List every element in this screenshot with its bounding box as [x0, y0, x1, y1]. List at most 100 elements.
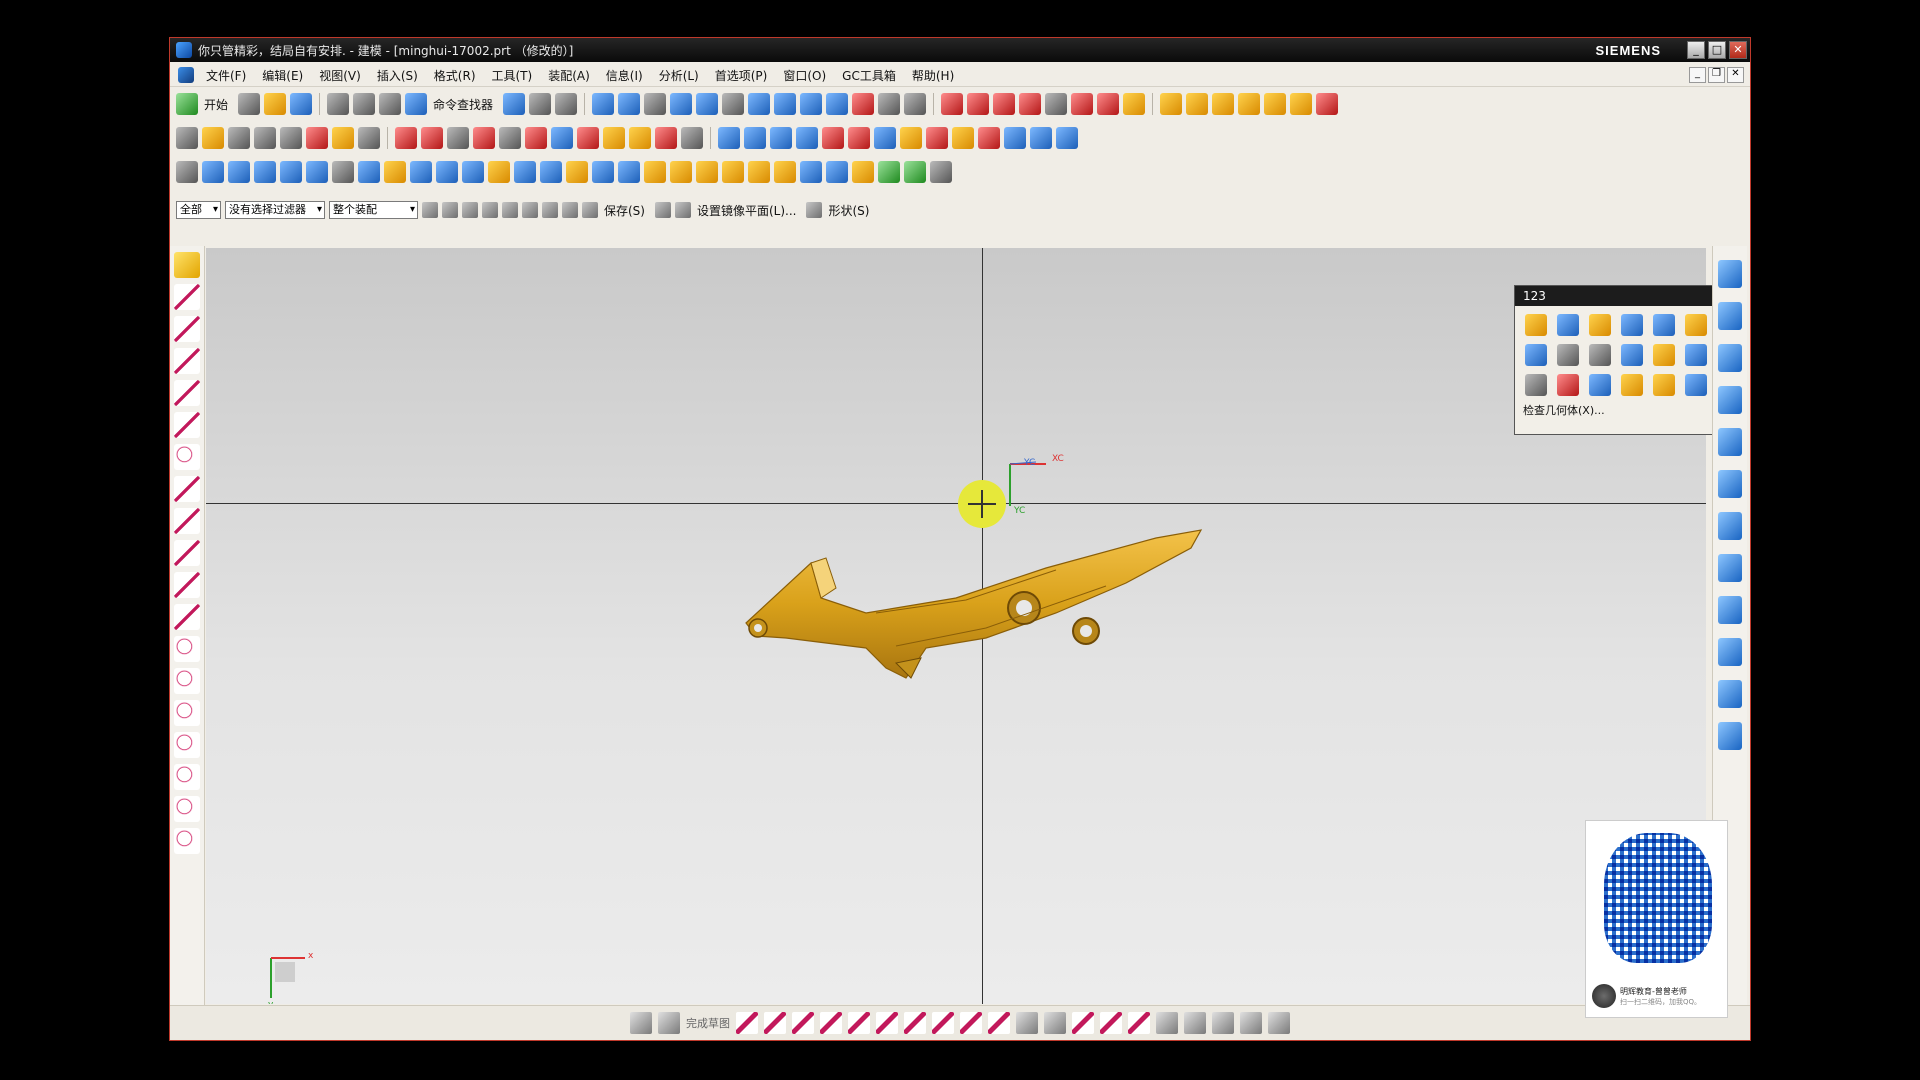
shaded-view-icon[interactable]: [878, 93, 901, 115]
line-tool-icon[interactable]: [174, 284, 200, 310]
palette-icon-5[interactable]: [1653, 314, 1675, 336]
coincident-tool-icon[interactable]: [174, 444, 200, 470]
parallel-tool-icon[interactable]: [174, 348, 200, 374]
command-finder-button[interactable]: 命令查找器: [433, 96, 493, 113]
point-icon[interactable]: [988, 1012, 1010, 1034]
surface-icon-1[interactable]: [718, 127, 740, 149]
rectangle-icon[interactable]: [792, 1012, 814, 1034]
text-icon[interactable]: [499, 127, 521, 149]
palette-icon-3[interactable]: [1589, 314, 1611, 336]
palette-icon-15[interactable]: [1525, 374, 1547, 396]
line-icon[interactable]: [764, 1012, 786, 1034]
select-icon[interactable]: [555, 93, 578, 115]
extend-icon[interactable]: [993, 93, 1016, 115]
menu-insert[interactable]: 插入(S): [369, 67, 426, 84]
pad-icon[interactable]: [566, 161, 588, 183]
view-icon[interactable]: [654, 202, 671, 218]
render-style-icon[interactable]: [722, 93, 745, 115]
alternate-solution-icon[interactable]: [1268, 1012, 1290, 1034]
surface-icon-12[interactable]: [1004, 127, 1026, 149]
type-filter-dropdown[interactable]: 全部: [176, 201, 221, 219]
mirror-icon[interactable]: [674, 202, 691, 218]
corner-tool-icon[interactable]: [174, 572, 200, 598]
intersection-point-icon[interactable]: [562, 202, 578, 218]
finish-sketch-icon[interactable]: [658, 1012, 680, 1034]
start-icon[interactable]: [176, 93, 198, 115]
background-icon[interactable]: [904, 93, 927, 115]
feature-icon-4[interactable]: [1238, 93, 1261, 115]
select-all-icon[interactable]: [442, 202, 458, 218]
sketch-icon[interactable]: [630, 1012, 652, 1034]
line-icon[interactable]: [395, 127, 417, 149]
view-right-icon[interactable]: [826, 93, 849, 115]
zoom-window-icon[interactable]: [644, 93, 667, 115]
system-scenes-icon[interactable]: [1718, 680, 1742, 708]
csys-icon[interactable]: [306, 127, 328, 149]
surface-icon-7[interactable]: [874, 127, 896, 149]
assembly-scope-dropdown[interactable]: 整个装配: [329, 201, 418, 219]
palette-icon-6[interactable]: [1685, 314, 1707, 336]
sketch-curve-icon[interactable]: [941, 93, 964, 115]
groove-icon[interactable]: [618, 161, 640, 183]
layout-icon[interactable]: [529, 93, 552, 115]
arc-icon[interactable]: [820, 1012, 842, 1034]
arc-tool-icon[interactable]: [174, 508, 200, 534]
edge-blend-icon[interactable]: [670, 161, 692, 183]
palette-icon-4[interactable]: [1621, 314, 1643, 336]
center-point-icon[interactable]: [522, 202, 538, 218]
pocket-icon[interactable]: [540, 161, 562, 183]
menu-assembly[interactable]: 装配(A): [540, 67, 598, 84]
emboss-icon[interactable]: [332, 161, 354, 183]
maximize-button[interactable]: □: [1708, 41, 1726, 59]
zoom-icon[interactable]: [618, 93, 641, 115]
menu-window[interactable]: 窗口(O): [775, 67, 834, 84]
rotate-icon[interactable]: [670, 93, 693, 115]
intersect-icon[interactable]: [852, 161, 874, 183]
rectangle-icon[interactable]: [447, 127, 469, 149]
section-curve-icon[interactable]: [629, 127, 651, 149]
circle-radius-tool-icon[interactable]: [174, 732, 200, 758]
circle-square-tool-icon[interactable]: [174, 700, 200, 726]
surface-icon-2[interactable]: [744, 127, 766, 149]
mdi-restore-button[interactable]: ❐: [1708, 67, 1725, 83]
diameter-tool-icon[interactable]: [174, 796, 200, 822]
selection-filter-dropdown[interactable]: 没有选择过滤器: [225, 201, 325, 219]
palette-title-bar[interactable]: 123 ▾ ✕: [1515, 286, 1743, 306]
palette-icon-13[interactable]: [1685, 344, 1707, 366]
sphere-icon[interactable]: [384, 161, 406, 183]
undo-icon[interactable]: [353, 93, 376, 115]
process-studio-icon[interactable]: [1718, 554, 1742, 582]
make-corner-icon[interactable]: [1128, 1012, 1150, 1034]
roles-icon[interactable]: [1718, 638, 1742, 666]
extract-curve-icon[interactable]: [681, 127, 703, 149]
menu-gc-toolbox[interactable]: GC工具箱: [834, 67, 904, 84]
assembly-navigator-icon[interactable]: [1718, 260, 1742, 288]
fit-view-icon[interactable]: [592, 93, 615, 115]
fillet-icon[interactable]: [876, 1012, 898, 1034]
perpendicular-tool-icon[interactable]: [174, 380, 200, 406]
pattern-curve-icon[interactable]: [1044, 1012, 1066, 1034]
sweep-icon[interactable]: [254, 161, 276, 183]
face-icon[interactable]: [1045, 93, 1068, 115]
unite-icon[interactable]: [800, 161, 822, 183]
feature-icon-7[interactable]: [1316, 93, 1339, 115]
palette-icon-10[interactable]: [1589, 344, 1611, 366]
studio-spline-icon[interactable]: [960, 1012, 982, 1034]
graphics-window[interactable]: YC XC YC x y: [206, 248, 1706, 1004]
palette-icon-18[interactable]: [1621, 374, 1643, 396]
new-file-icon[interactable]: [238, 93, 261, 115]
mdi-minimize-button[interactable]: _: [1689, 67, 1706, 83]
spline-icon[interactable]: [473, 127, 495, 149]
sync-modeling-icon[interactable]: [878, 161, 900, 183]
palette-icon-9[interactable]: [1557, 344, 1579, 366]
point-icon[interactable]: [228, 127, 250, 149]
quick-extend-icon[interactable]: [1100, 1012, 1122, 1034]
end-point-icon[interactable]: [482, 202, 498, 218]
angle-tool-icon[interactable]: [174, 316, 200, 342]
intersect-curve-icon[interactable]: [603, 127, 625, 149]
curve-tool-icon[interactable]: [174, 540, 200, 566]
quick-trim-icon[interactable]: [1072, 1012, 1094, 1034]
system-materials-icon[interactable]: [1718, 512, 1742, 540]
history-icon[interactable]: [1718, 470, 1742, 498]
redo-icon[interactable]: [379, 93, 402, 115]
